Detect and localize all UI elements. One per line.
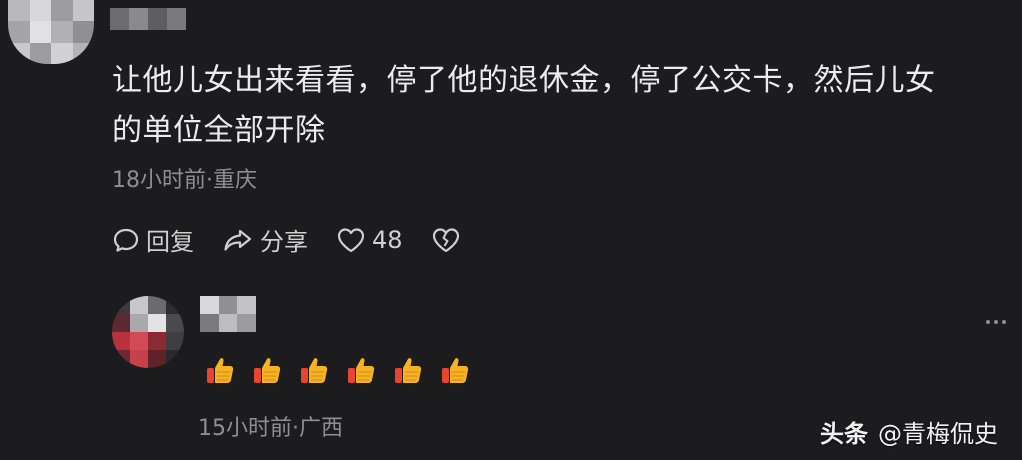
heart-icon [337,227,365,252]
username-blurred[interactable] [200,296,256,332]
broken-heart-icon [432,227,459,252]
watermark: 头条 @青梅侃史 [820,414,998,449]
reply-label: 回复 [146,228,194,256]
share-button[interactable]: 分享 [222,222,308,257]
dot [1002,320,1006,324]
speech-bubble-icon [113,228,139,252]
comment-actions: 回复 分享 48 [112,222,495,257]
thumbs-up-icon [345,354,377,386]
share-label: 分享 [260,228,308,256]
comment-meta: 18小时前·重庆 [112,168,257,193]
reply-button[interactable]: 回复 [112,222,194,257]
avatar[interactable] [112,296,184,368]
thumbs-up-icon [298,354,330,386]
toutiao-logo: 头条 [820,420,868,448]
like-count: 48 [372,225,403,254]
thumbs-up-icon [439,354,471,386]
comment-body: 让他儿女出来看看，停了他的退休金，停了公交卡，然后儿女 的单位全部开除 [112,56,1012,156]
comment-body [204,354,486,386]
like-button[interactable]: 48 [336,226,403,254]
avatar[interactable] [8,0,94,64]
username-blurred[interactable] [110,8,186,30]
dot [994,320,998,324]
comment-line: 让他儿女出来看看，停了他的退休金，停了公交卡，然后儿女 [112,63,936,98]
comment-line: 的单位全部开除 [112,113,326,148]
account-handle: @青梅侃史 [878,420,998,448]
comment-meta: 15小时前·广西 [198,416,343,441]
dot [986,320,990,324]
thumbs-up-icon [204,354,236,386]
thumbs-up-icon [392,354,424,386]
more-options-button[interactable] [986,320,1010,324]
dislike-button[interactable] [431,226,467,254]
share-arrow-icon [224,229,252,251]
thumbs-up-icon [251,354,283,386]
